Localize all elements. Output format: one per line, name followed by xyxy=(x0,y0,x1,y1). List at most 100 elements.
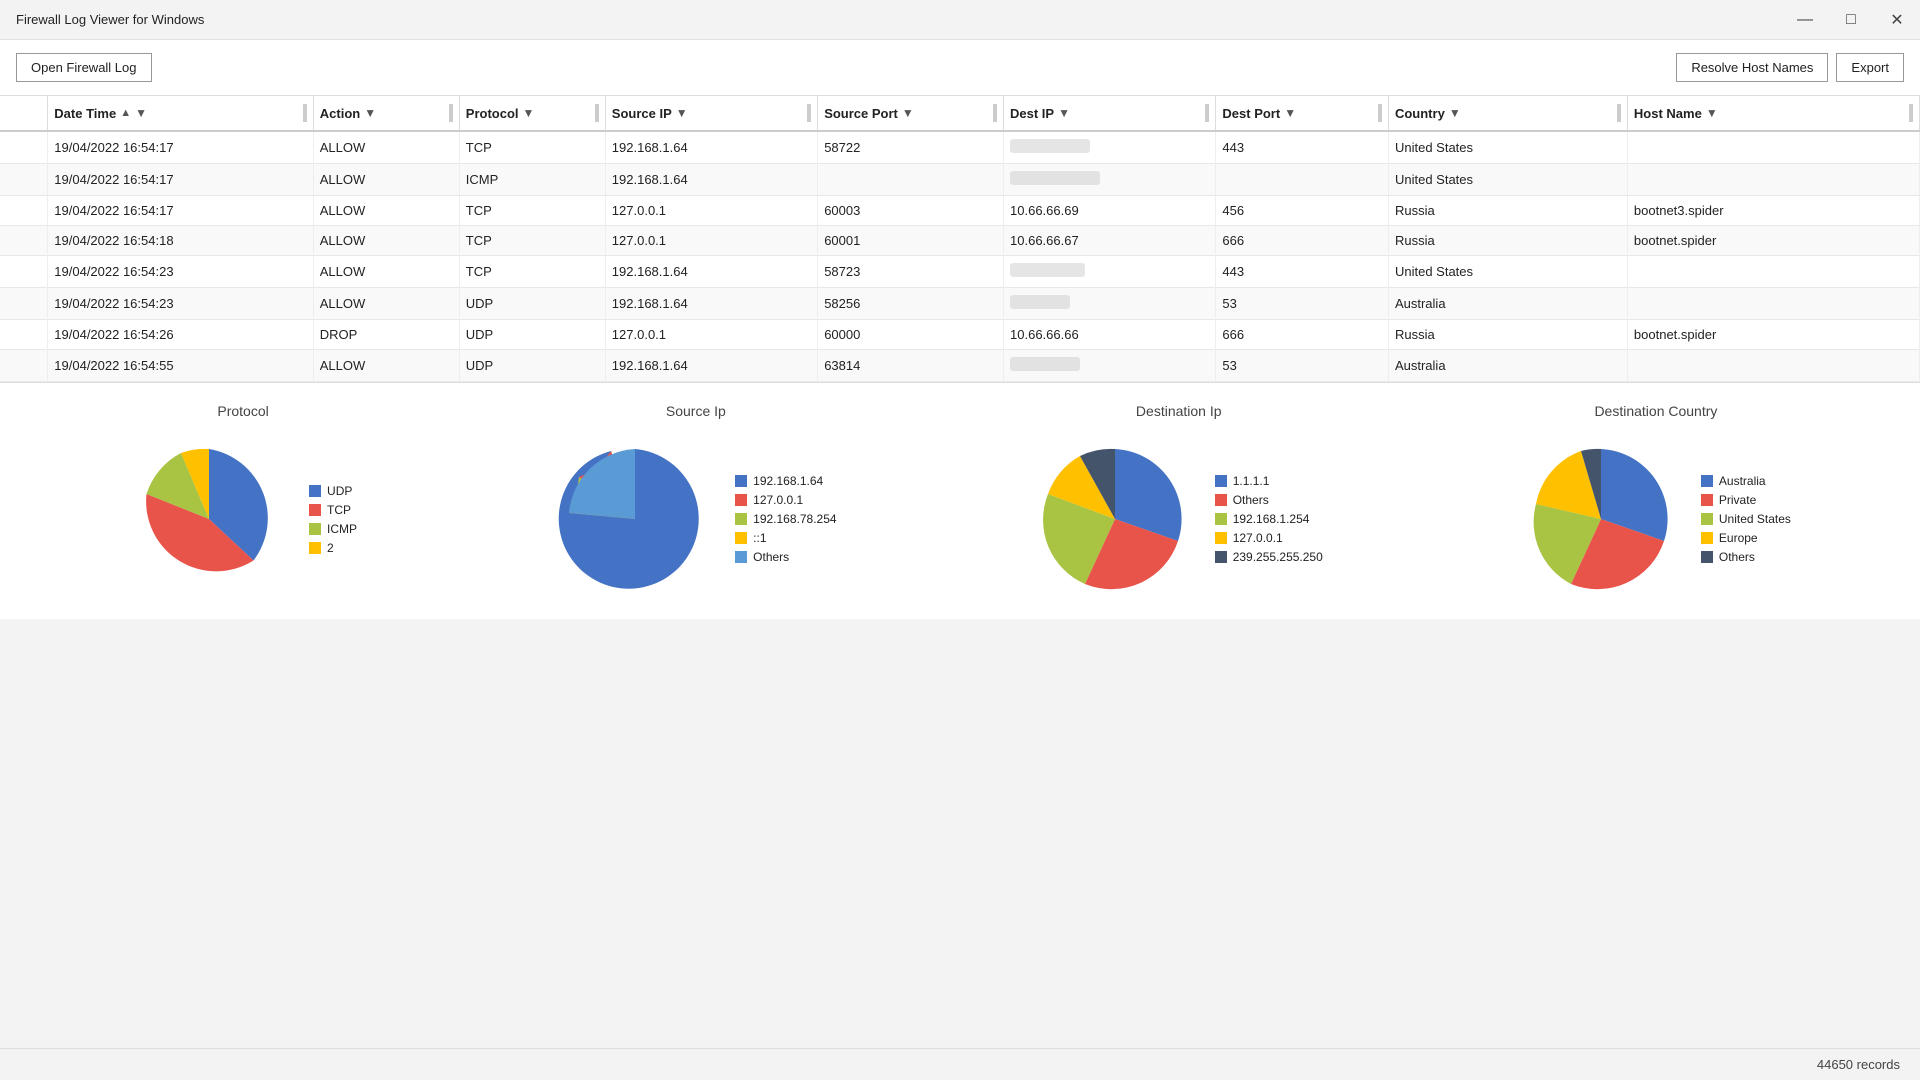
close-button[interactable]: ✕ xyxy=(1874,0,1920,40)
cell-source-port xyxy=(818,164,1004,196)
filter-dest-ip-icon[interactable]: ▼ xyxy=(1058,106,1070,120)
col-source-port[interactable]: Source Port ▼ xyxy=(818,96,1004,131)
col-country-resize[interactable] xyxy=(1617,104,1621,122)
legend-1-1-1-1-label: 1.1.1.1 xyxy=(1233,474,1270,488)
cell-country: Russia xyxy=(1388,226,1627,256)
cell-hostname xyxy=(1627,256,1919,288)
protocol-legend: UDP TCP ICMP 2 xyxy=(309,484,357,555)
col-dest-ip-label: Dest IP xyxy=(1010,106,1054,121)
legend-icmp: ICMP xyxy=(309,522,357,536)
table-row[interactable]: 19/04/2022 16:54:23ALLOWTCP192.168.1.645… xyxy=(0,256,1920,288)
cell-hostname xyxy=(1627,164,1919,196)
cell-protocol: TCP xyxy=(459,131,605,164)
col-action-resize[interactable] xyxy=(449,104,453,122)
legend-dest-127-0-0-1: 127.0.0.1 xyxy=(1215,531,1323,545)
col-source-ip-resize[interactable] xyxy=(807,104,811,122)
legend-source-others: Others xyxy=(735,550,836,564)
table-row[interactable]: 19/04/2022 16:54:17ALLOWICMP192.168.1.64… xyxy=(0,164,1920,196)
legend-dest-others-label: Others xyxy=(1233,493,1269,507)
legend-australia-dot xyxy=(1701,475,1713,487)
col-hostname-resize[interactable] xyxy=(1909,104,1913,122)
filter-protocol-icon[interactable]: ▼ xyxy=(523,106,535,120)
filter-hostname-icon[interactable]: ▼ xyxy=(1706,106,1718,120)
cell-protocol: ICMP xyxy=(459,164,605,196)
table-row[interactable]: 19/04/2022 16:54:26DROPUDP127.0.0.160000… xyxy=(0,320,1920,350)
col-protocol[interactable]: Protocol ▼ xyxy=(459,96,605,131)
col-country[interactable]: Country ▼ xyxy=(1388,96,1627,131)
col-source-port-resize[interactable] xyxy=(993,104,997,122)
col-hostname[interactable]: Host Name ▼ xyxy=(1627,96,1919,131)
cell-datetime: 19/04/2022 16:54:26 xyxy=(48,320,313,350)
col-datetime-resize[interactable] xyxy=(303,104,307,122)
table-row[interactable]: 19/04/2022 16:54:17ALLOWTCP127.0.0.16000… xyxy=(0,196,1920,226)
cell-datetime: 19/04/2022 16:54:17 xyxy=(48,131,313,164)
cell-action: ALLOW xyxy=(313,288,459,320)
resolve-host-names-button[interactable]: Resolve Host Names xyxy=(1676,53,1828,82)
col-hostname-label: Host Name xyxy=(1634,106,1702,121)
row-num xyxy=(0,350,48,382)
minimize-button[interactable]: — xyxy=(1782,0,1828,40)
cell-datetime: 19/04/2022 16:54:23 xyxy=(48,288,313,320)
cell-source-ip: 127.0.0.1 xyxy=(605,226,817,256)
legend-europe-dot xyxy=(1701,532,1713,544)
filter-action-icon[interactable]: ▼ xyxy=(364,106,376,120)
cell-country: United States xyxy=(1388,131,1627,164)
filter-datetime-icon[interactable]: ▼ xyxy=(135,106,147,120)
filter-dest-port-icon[interactable]: ▼ xyxy=(1284,106,1296,120)
table-row[interactable]: 19/04/2022 16:54:18ALLOWTCP127.0.0.16000… xyxy=(0,226,1920,256)
protocol-chart-body: UDP TCP ICMP 2 xyxy=(129,439,357,599)
legend-ipv6-1-label: ::1 xyxy=(753,531,766,545)
col-datetime[interactable]: Date Time ▲ ▼ xyxy=(48,96,313,131)
col-action[interactable]: Action ▼ xyxy=(313,96,459,131)
filter-country-icon[interactable]: ▼ xyxy=(1449,106,1461,120)
cell-action: ALLOW xyxy=(313,131,459,164)
col-action-label: Action xyxy=(320,106,360,121)
legend-192-168-78-254-label: 192.168.78.254 xyxy=(753,512,836,526)
col-protocol-resize[interactable] xyxy=(595,104,599,122)
cell-country: Russia xyxy=(1388,196,1627,226)
cell-dest-ip xyxy=(1004,164,1216,196)
legend-192-168-78-254-dot xyxy=(735,513,747,525)
col-dest-port-resize[interactable] xyxy=(1378,104,1382,122)
legend-icmp-dot xyxy=(309,523,321,535)
legend-udp-label: UDP xyxy=(327,484,352,498)
table-row[interactable]: 19/04/2022 16:54:55ALLOWUDP192.168.1.646… xyxy=(0,350,1920,382)
open-log-button[interactable]: Open Firewall Log xyxy=(16,53,152,82)
cell-source-ip: 192.168.1.64 xyxy=(605,256,817,288)
dest-ip-chart-body: 1.1.1.1 Others 192.168.1.254 127.0.0.1 2… xyxy=(1035,439,1323,599)
cell-source-port: 60003 xyxy=(818,196,1004,226)
export-button[interactable]: Export xyxy=(1836,53,1904,82)
legend-239-255-255-250-label: 239.255.255.250 xyxy=(1233,550,1323,564)
legend-127-0-0-1: 127.0.0.1 xyxy=(735,493,836,507)
maximize-button[interactable]: □ xyxy=(1828,0,1874,40)
source-ip-chart-title: Source Ip xyxy=(666,403,726,419)
table-row[interactable]: 19/04/2022 16:54:17ALLOWTCP192.168.1.645… xyxy=(0,131,1920,164)
source-ip-legend: 192.168.1.64 127.0.0.1 192.168.78.254 ::… xyxy=(735,474,836,564)
legend-australia-label: Australia xyxy=(1719,474,1766,488)
window-controls: — □ ✕ xyxy=(1782,0,1920,40)
cell-source-ip: 127.0.0.1 xyxy=(605,320,817,350)
filter-source-ip-icon[interactable]: ▼ xyxy=(676,106,688,120)
cell-dest-port: 666 xyxy=(1216,320,1389,350)
cell-dest-ip xyxy=(1004,131,1216,164)
cell-action: ALLOW xyxy=(313,350,459,382)
legend-192-168-1-254-label: 192.168.1.254 xyxy=(1233,512,1310,526)
legend-country-others: Others xyxy=(1701,550,1791,564)
dest-country-chart-body: Australia Private United States Europe O… xyxy=(1521,439,1791,599)
cell-source-ip: 127.0.0.1 xyxy=(605,196,817,226)
legend-tcp-dot xyxy=(309,504,321,516)
col-source-ip[interactable]: Source IP ▼ xyxy=(605,96,817,131)
col-dest-port[interactable]: Dest Port ▼ xyxy=(1216,96,1389,131)
col-dest-ip[interactable]: Dest IP ▼ xyxy=(1004,96,1216,131)
legend-united-states: United States xyxy=(1701,512,1791,526)
col-dest-ip-resize[interactable] xyxy=(1205,104,1209,122)
source-ip-pie xyxy=(555,439,715,599)
protocol-chart-section: Protocol UDP xyxy=(129,403,357,599)
log-table-container: Date Time ▲ ▼ Action ▼ Protocol xyxy=(0,96,1920,383)
cell-dest-ip xyxy=(1004,256,1216,288)
filter-source-port-icon[interactable]: ▼ xyxy=(902,106,914,120)
table-row[interactable]: 19/04/2022 16:54:23ALLOWUDP192.168.1.645… xyxy=(0,288,1920,320)
col-source-port-label: Source Port xyxy=(824,106,898,121)
cell-source-ip: 192.168.1.64 xyxy=(605,164,817,196)
dest-ip-pie xyxy=(1035,439,1195,599)
